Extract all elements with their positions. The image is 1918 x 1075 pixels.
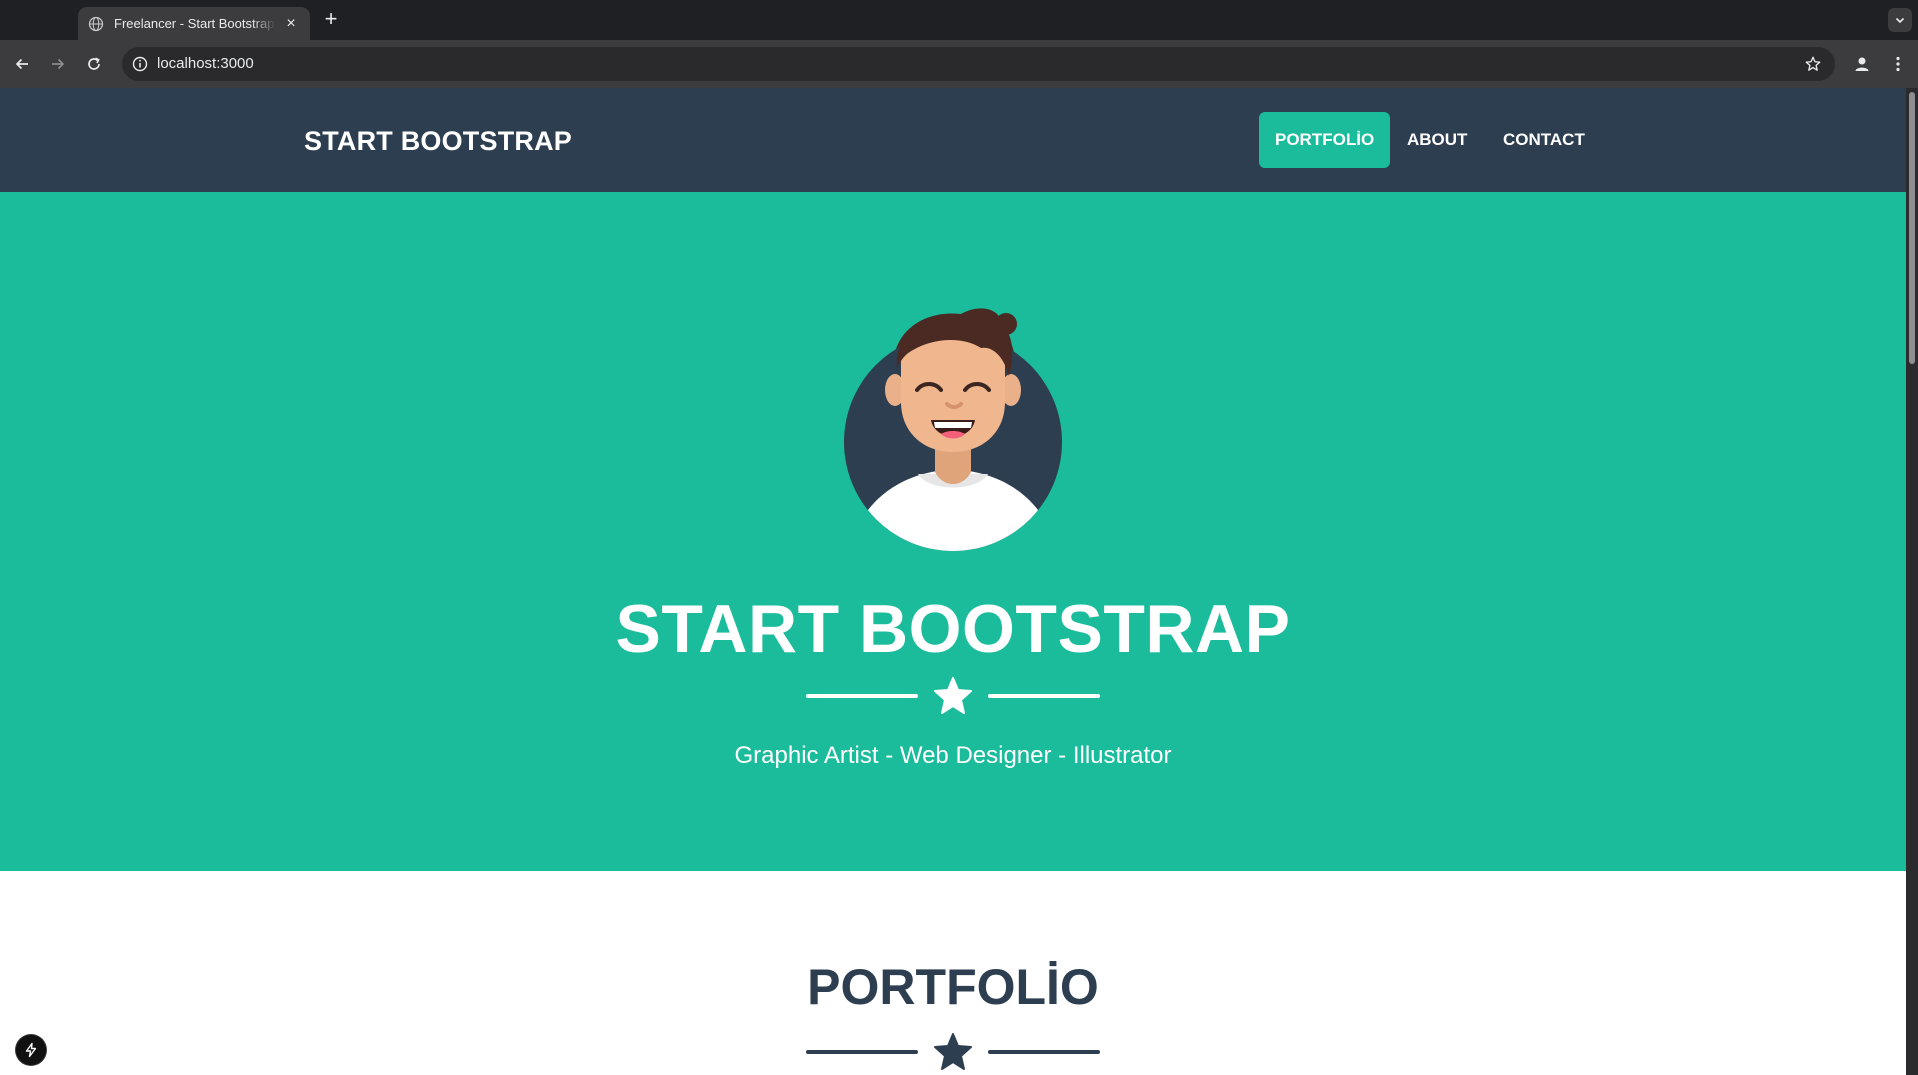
star-icon	[934, 677, 972, 714]
page-scrollbar[interactable]	[1906, 88, 1918, 1075]
bookmark-star-icon[interactable]	[1803, 54, 1823, 74]
site-info-icon[interactable]	[130, 54, 150, 74]
tab-close-icon[interactable]: ×	[282, 15, 300, 33]
divider-line	[806, 1050, 918, 1054]
reload-button[interactable]	[82, 52, 106, 76]
new-tab-button[interactable]: +	[320, 8, 342, 31]
browser-tab[interactable]: Freelancer - Start Bootstrap Theme ×	[78, 7, 310, 40]
scrollbar-thumb[interactable]	[1909, 92, 1915, 364]
site-navbar: START BOOTSTRAP PORTFOLİO ABOUT CONTACT	[0, 88, 1906, 192]
globe-icon	[88, 16, 104, 32]
hero-title: START BOOTSTRAP	[615, 591, 1291, 667]
tab-title: Freelancer - Start Bootstrap Theme	[114, 16, 276, 31]
address-bar[interactable]: localhost:3000	[122, 47, 1835, 81]
url-text: localhost:3000	[157, 55, 254, 72]
profile-icon[interactable]	[1850, 52, 1874, 76]
star-icon	[934, 1033, 972, 1070]
lightning-icon	[25, 1042, 37, 1058]
arrow-left-icon	[15, 58, 28, 70]
divider-line	[988, 1050, 1100, 1054]
back-button[interactable]	[10, 52, 34, 76]
nav-link-portfolio[interactable]: PORTFOLİO	[1259, 112, 1391, 168]
hero-divider	[806, 676, 1100, 716]
site-brand-link[interactable]: START BOOTSTRAP	[304, 126, 572, 157]
hero-section: START BOOTSTRAP Graphic Artist - Web Des…	[0, 192, 1906, 871]
dev-tools-button[interactable]	[16, 1035, 46, 1065]
reload-icon	[88, 57, 100, 70]
divider-line	[806, 694, 918, 698]
nav-link-contact[interactable]: CONTACT	[1487, 112, 1601, 168]
forward-button[interactable]	[46, 52, 70, 76]
hero-subtitle: Graphic Artist - Web Designer - Illustra…	[734, 742, 1172, 769]
divider-line	[988, 694, 1100, 698]
arrow-right-icon	[52, 58, 65, 70]
portfolio-divider	[806, 1032, 1100, 1072]
browser-toolbar: localhost:3000	[0, 40, 1918, 88]
chevron-down-icon	[1895, 17, 1905, 24]
portfolio-heading: PORTFOLİO	[807, 959, 1099, 1015]
nav-link-about[interactable]: ABOUT	[1391, 112, 1483, 168]
page-viewport: START BOOTSTRAP PORTFOLİO ABOUT CONTACT	[0, 88, 1918, 1075]
browser-tab-strip: Freelancer - Start Bootstrap Theme × +	[0, 0, 1918, 40]
tab-search-button[interactable]	[1888, 8, 1912, 32]
browser-menu-icon[interactable]	[1890, 52, 1906, 76]
avatar-illustration-icon	[844, 308, 1062, 551]
